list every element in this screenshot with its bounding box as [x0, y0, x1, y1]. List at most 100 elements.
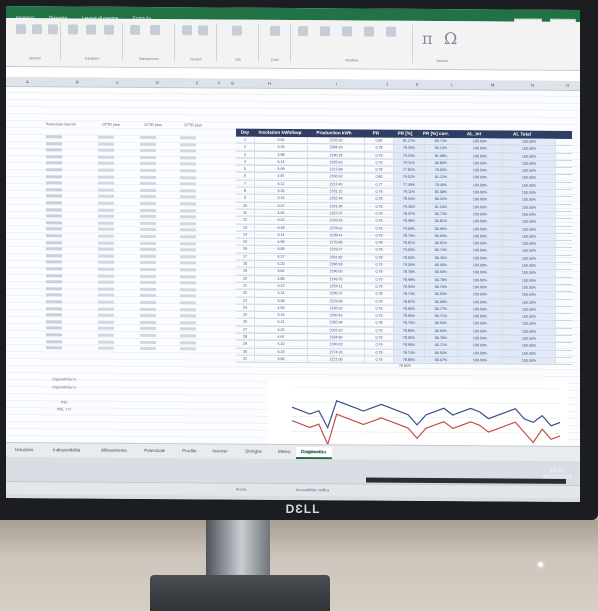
left-cell[interactable] [98, 168, 114, 172]
table-cell[interactable]: 0.79 [365, 341, 394, 349]
table-cell[interactable]: 2226.20 [308, 137, 365, 144]
table-cell[interactable]: 80.14% [425, 145, 458, 152]
table-cell[interactable]: 100.00% [503, 211, 556, 219]
sheet-tab[interactable]: Stringhe [240, 447, 267, 457]
left-cell[interactable] [98, 181, 114, 185]
left-cell[interactable] [46, 260, 62, 264]
left-cell[interactable] [98, 188, 114, 192]
left-cell[interactable] [180, 248, 196, 252]
left-cell[interactable] [180, 208, 196, 212]
left-cell[interactable] [140, 320, 156, 324]
table-cell[interactable]: 28 [236, 333, 255, 341]
table-cell[interactable]: 100.00% [458, 357, 503, 364]
table-cell[interactable]: 2219.27 [308, 246, 365, 254]
left-cell[interactable] [46, 155, 62, 159]
left-cell[interactable] [98, 280, 114, 284]
table-cell[interactable]: 5.25 [255, 144, 308, 151]
spreadsheet-grid[interactable]: Potenziale max lim DTTR plan DTTR plan D… [6, 86, 580, 471]
table-cell[interactable]: 8 [236, 187, 255, 195]
table-cell[interactable]: 16 [236, 246, 255, 253]
percent-button[interactable] [196, 25, 210, 47]
left-cell[interactable] [140, 175, 156, 179]
left-cell[interactable] [180, 182, 196, 186]
table-cell[interactable]: 25 [236, 311, 255, 319]
table-cell[interactable]: 2274.33 [308, 348, 365, 356]
table-cell[interactable]: 12 [236, 216, 255, 224]
left-cell[interactable] [46, 221, 62, 225]
left-cell[interactable] [180, 307, 196, 311]
left-cell[interactable] [46, 188, 62, 192]
table-cell[interactable]: 100.00% [458, 291, 503, 298]
sheet-tab[interactable]: Perdite [177, 446, 201, 456]
left-cell[interactable] [140, 201, 156, 206]
table-cell[interactable]: 2157.07 [308, 210, 365, 217]
table-cell[interactable]: 0.77 [365, 181, 394, 188]
table-cell[interactable]: 5.18 [255, 224, 308, 231]
table-cell[interactable]: 100.00% [458, 218, 503, 226]
table-cell[interactable]: 81.08% [425, 188, 458, 196]
table-cell[interactable]: 23 [236, 297, 255, 304]
table-cell[interactable]: 100.00% [503, 145, 556, 153]
table-cell[interactable]: 6 [236, 173, 255, 180]
table-cell[interactable]: 2170.85 [308, 239, 365, 246]
table-cell[interactable]: 2213.40 [308, 180, 365, 188]
left-cell[interactable] [180, 288, 196, 292]
left-cell[interactable] [180, 327, 196, 331]
left-cell[interactable] [98, 195, 114, 199]
align-button[interactable] [128, 24, 142, 47]
table-cell[interactable]: 100.00% [503, 284, 556, 292]
table-cell[interactable]: 27 [236, 326, 255, 333]
table-cell[interactable]: 79.11% [394, 188, 425, 196]
left-cell[interactable] [180, 294, 196, 298]
table-cell[interactable]: 5.10 [255, 341, 308, 348]
table-cell[interactable]: 100.00% [503, 204, 556, 211]
table-cell[interactable]: 17 [236, 253, 255, 260]
table-cell[interactable]: 80.74% [425, 247, 458, 254]
table-cell[interactable]: 2262.49 [308, 195, 365, 203]
left-cell[interactable] [140, 274, 156, 278]
left-cell[interactable] [46, 320, 62, 324]
left-cell[interactable] [180, 162, 196, 166]
left-cell[interactable] [98, 287, 114, 291]
table-cell[interactable]: 100.00% [503, 233, 556, 240]
table-cell[interactable]: 2254.11 [308, 283, 365, 290]
table-cell[interactable]: 3 [236, 151, 255, 158]
table-cell[interactable]: 100.00% [458, 342, 503, 350]
left-cell[interactable] [140, 188, 156, 192]
table-cell[interactable]: 4.97 [255, 333, 308, 341]
left-cell[interactable] [180, 321, 196, 325]
table-cell[interactable]: 100.00% [503, 138, 556, 146]
table-cell[interactable]: 81.27% [394, 137, 425, 145]
table-cell[interactable]: 4.98 [255, 151, 308, 158]
left-cell[interactable] [98, 142, 114, 146]
table-cell[interactable]: 2296.37 [308, 290, 365, 298]
chart-series-line-1[interactable] [291, 399, 561, 430]
left-cell[interactable] [180, 228, 196, 232]
table-cell[interactable]: 100.00% [503, 357, 556, 365]
left-cell[interactable] [98, 162, 114, 166]
table-cell[interactable]: 100.00% [503, 189, 556, 197]
table-cell[interactable]: 1 [236, 136, 255, 144]
column-header-i[interactable]: I [336, 79, 337, 88]
table-cell[interactable]: 100.00% [458, 349, 503, 357]
table-cell[interactable]: 13 [236, 224, 255, 231]
table-cell[interactable]: 2203.10 [308, 326, 365, 334]
table-cell[interactable]: 2166.02 [308, 304, 365, 312]
table-cell[interactable]: 7 [236, 180, 255, 187]
font-button[interactable] [66, 24, 80, 46]
table-cell[interactable]: 2284.19 [308, 144, 365, 152]
left-cell[interactable] [140, 234, 156, 239]
table-cell[interactable]: 78.85% [394, 327, 425, 334]
table-cell[interactable]: 79.52% [394, 174, 425, 181]
left-cell[interactable] [98, 294, 114, 298]
table-cell[interactable]: 100.00% [503, 218, 556, 226]
table-cell[interactable]: 2282.94 [308, 319, 365, 327]
table-cell[interactable]: 5.02 [255, 326, 308, 334]
column-header-k[interactable]: K [416, 80, 419, 89]
table-cell[interactable]: 2278.61 [308, 224, 365, 232]
table-cell[interactable]: 0.79 [365, 203, 394, 210]
table-cell[interactable]: 0.79 [365, 210, 394, 217]
left-cell[interactable] [46, 214, 62, 218]
column-header-f[interactable]: F [218, 78, 220, 87]
table-cell[interactable]: 80.90% [425, 261, 458, 269]
